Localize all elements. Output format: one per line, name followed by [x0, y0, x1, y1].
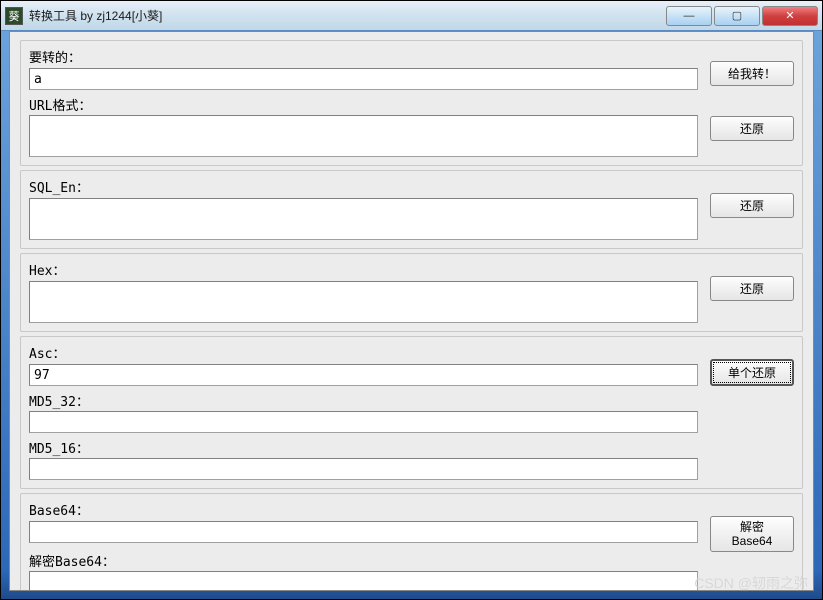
label-base64: Base64：	[29, 500, 698, 519]
label-input: 要转的：	[29, 47, 698, 66]
maximize-button[interactable]: ▢	[714, 6, 760, 26]
restore-hex-button[interactable]: 还原	[710, 276, 794, 301]
group-input: 要转的： URL格式： 给我转！ 还原	[20, 40, 803, 166]
window-controls: — ▢ ✕	[664, 6, 818, 26]
close-button[interactable]: ✕	[762, 6, 818, 26]
group-hex: Hex： 还原	[20, 253, 803, 332]
hex-output[interactable]	[29, 281, 698, 323]
client-area: 要转的： URL格式： 给我转！ 还原 SQL_En： 还原 Hex： 还原 A	[9, 31, 814, 591]
md5-32-output[interactable]	[29, 411, 698, 433]
minimize-button[interactable]: —	[666, 6, 712, 26]
url-output[interactable]	[29, 115, 698, 157]
window-title: 转换工具 by zj1244[小葵]	[29, 7, 664, 24]
decrypt-base64-output[interactable]	[29, 571, 698, 591]
md5-16-output[interactable]	[29, 458, 698, 480]
titlebar: 葵 转换工具 by zj1244[小葵] — ▢ ✕	[1, 1, 822, 31]
input-text[interactable]	[29, 68, 698, 90]
label-asc: Asc：	[29, 343, 698, 362]
group-asc-md5: Asc： MD5_32： MD5_16： 单个还原	[20, 336, 803, 489]
label-sql: SQL_En：	[29, 177, 698, 196]
label-url: URL格式：	[29, 95, 698, 114]
app-icon: 葵	[5, 7, 23, 25]
label-decrypt-base64: 解密Base64：	[29, 551, 698, 570]
restore-asc-button[interactable]: 单个还原	[710, 359, 794, 386]
label-md5-32: MD5_32：	[29, 391, 698, 410]
sql-output[interactable]	[29, 198, 698, 240]
convert-button[interactable]: 给我转！	[710, 61, 794, 86]
base64-output[interactable]	[29, 521, 698, 543]
group-base64: Base64： 解密Base64： 解密 Base64	[20, 493, 803, 591]
group-sql: SQL_En： 还原	[20, 170, 803, 249]
restore-sql-button[interactable]: 还原	[710, 193, 794, 218]
label-hex: Hex：	[29, 260, 698, 279]
restore-url-button[interactable]: 还原	[710, 116, 794, 141]
asc-output[interactable]	[29, 364, 698, 386]
label-md5-16: MD5_16：	[29, 438, 698, 457]
decrypt-base64-button[interactable]: 解密 Base64	[710, 516, 794, 552]
